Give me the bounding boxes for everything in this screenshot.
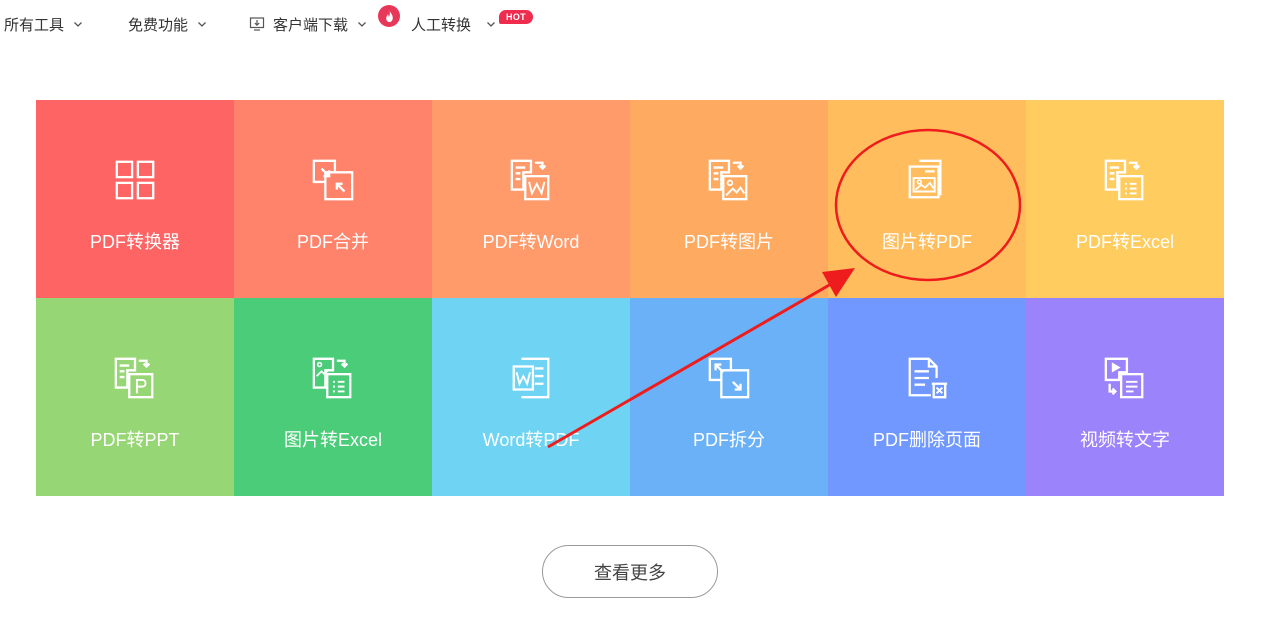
tool-tile-word-to-pdf[interactable]: Word转PDF [432,298,630,496]
pdf-to-excel-icon [1101,156,1149,204]
tool-tile-pdf-to-word[interactable]: PDF转Word [432,100,630,298]
chevron-down-icon [356,18,368,30]
tool-tile-pdf-split[interactable]: PDF拆分 [630,298,828,496]
view-more-button[interactable]: 查看更多 [542,545,718,598]
nav-human-convert[interactable]: 人工转换 [411,14,497,34]
tool-label: PDF拆分 [693,430,765,450]
tool-label: PDF转PPT [90,430,180,450]
monitor-download-icon [249,16,265,32]
chevron-down-icon [196,18,208,30]
tool-tile-pdf-delete-page[interactable]: PDF删除页面 [828,298,1026,496]
tool-label: 视频转文字 [1080,430,1170,450]
merge-icon [309,156,357,204]
grid-icon [111,156,159,204]
tool-tile-image-to-excel[interactable]: 图片转Excel [234,298,432,496]
split-icon [705,354,753,402]
tool-label: 图片转PDF [882,232,972,252]
pdf-to-word-icon [507,156,555,204]
pdf-to-image-icon [705,156,753,204]
tool-label: PDF转Word [482,232,580,252]
tool-label: 图片转Excel [283,430,382,450]
word-to-pdf-icon [507,354,555,402]
pdf-to-ppt-icon [111,354,159,402]
chevron-down-icon [72,18,84,30]
tool-label: PDF转换器 [90,232,180,252]
nav-client-download-label: 客户端下载 [273,16,349,34]
tool-tile-image-to-pdf[interactable]: 图片转PDF [828,100,1026,298]
tool-label: PDF转Excel [1075,232,1174,252]
tool-tile-pdf-to-excel[interactable]: PDF转Excel [1026,100,1224,298]
nav-all-tools-label: 所有工具 [4,16,65,34]
tool-tile-video-to-text[interactable]: 视频转文字 [1026,298,1224,496]
nav-free-features[interactable]: 免费功能 [128,14,208,34]
tool-grid: PDF转换器 PDF合并 PDF转Word PDF转图片 图片转PDF PDF转… [36,100,1224,496]
tool-tile-pdf-to-ppt[interactable]: PDF转PPT [36,298,234,496]
image-to-pdf-icon [903,156,951,204]
nav-free-features-label: 免费功能 [128,16,189,34]
top-navigation: 所有工具 免费功能 客户端下载 人工转换 HOT [0,0,1270,48]
nav-all-tools[interactable]: 所有工具 [4,14,84,34]
hot-badge: HOT [499,10,533,24]
tool-tile-pdf-converter[interactable]: PDF转换器 [36,100,234,298]
tool-tile-pdf-merge[interactable]: PDF合并 [234,100,432,298]
nav-client-download[interactable]: 客户端下载 [249,14,368,34]
tool-label: PDF合并 [297,232,369,252]
nav-human-convert-label: 人工转换 [411,16,472,34]
image-to-excel-icon [309,354,357,402]
tool-label: Word转PDF [482,430,580,450]
chevron-down-icon [485,18,497,30]
delete-page-icon [903,354,951,402]
tool-label: PDF删除页面 [873,430,981,450]
tool-tile-pdf-to-image[interactable]: PDF转图片 [630,100,828,298]
fire-icon [378,5,400,27]
video-to-text-icon [1101,354,1149,402]
tool-label: PDF转图片 [684,232,774,252]
